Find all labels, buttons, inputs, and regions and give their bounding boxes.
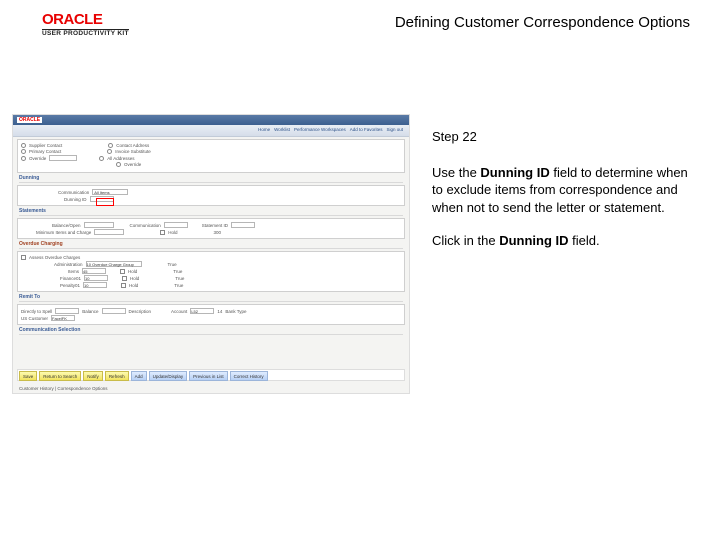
section-remit: Remit To [19,294,403,302]
page-title: Defining Customer Correspondence Options [395,12,690,31]
radio-contact-address[interactable] [108,143,113,148]
lbl-pen: Penalty01 [60,283,80,288]
upk-label: USER PRODUCTIVITY KIT [42,29,129,38]
h2[interactable] [122,276,127,281]
instruction-para-1: Use the Dunning ID field to determine wh… [432,164,690,217]
lbl-acct: Account [171,309,187,314]
nav-perf[interactable]: Performance Workspaces [294,127,346,134]
nav-fav[interactable]: Add to Favorites [350,127,383,134]
lbl-stmt-id: Statement ID [202,223,228,228]
lbl-dunning-id: Dunning ID [64,197,87,202]
admin-field[interactable]: 10 Overdue Charge Group [86,261,142,267]
lbl-items: Items [68,269,79,274]
bal-f[interactable] [102,308,126,314]
lbl-contact-address: Contact Address [116,143,149,148]
section-corr: Communication Selection [19,327,403,335]
oracle-logo-text: ORACLE [42,12,129,27]
lbl-h3: Hold [129,283,138,288]
lbl-h2: Hold [130,276,139,281]
us-f[interactable]: FacelFK [51,315,75,321]
section-statements: Statements [19,208,403,216]
radio-invoice-sub[interactable] [107,149,112,154]
update-button[interactable]: Update/Display [149,371,188,381]
button-bar: Save Return to Search Notify Refresh Add… [17,369,405,381]
lbl-invoice-sub: Invoice Substitute [115,149,151,154]
footer-crumb: Customer History | Correspondence Option… [19,386,107,391]
lbl-override2: Override [124,162,141,167]
highlight-dunning-id [96,198,114,206]
h1[interactable] [120,269,125,274]
stmt-id-field[interactable] [231,222,255,228]
radio-override[interactable] [21,156,26,161]
lbl-stmt-comm: Communication [130,223,161,228]
prev-button[interactable]: Previous in List [189,371,228,381]
nav-home[interactable]: Home [258,127,270,134]
hold-check[interactable] [160,230,165,235]
refresh-button[interactable]: Refresh [105,371,129,381]
lbl-supplier: Supplier Contact [29,143,62,148]
instruction-para-2: Click in the Dunning ID field. [432,232,690,250]
lbl-all-addr: All Addresses [107,156,134,161]
lbl-h1: Hold [128,269,137,274]
acct-v2: 14 [217,309,222,314]
comm-select[interactable]: All Items [92,189,128,195]
step-label: Step 22 [432,128,690,146]
lbl-hold: Hold [168,230,177,235]
lbl-dir: Directly to Spell [21,309,52,314]
true3: True [175,276,184,281]
nav-signout[interactable]: Sign out [386,127,403,134]
radio-override2[interactable] [116,162,121,167]
radio-supplier[interactable] [21,143,26,148]
radio-all-addr[interactable] [99,156,104,161]
save-button[interactable]: Save [19,371,37,381]
return-button[interactable]: Return to Search [39,371,81,381]
true4: True [174,283,183,288]
lbl-assess: Assess Overdue Charges [29,255,80,260]
lbl-us: US Customer [21,316,48,321]
lbl-admin: Administration [54,262,83,267]
section-overdue: Overdue Charging [19,241,403,249]
pen-f[interactable]: 10 [83,282,107,288]
lbl-fin: Finance01 [60,276,81,281]
nav-worklist[interactable]: Worklist [274,127,290,134]
section-dunning: Dunning [19,175,403,183]
add-button[interactable]: Add [131,371,147,381]
lbl-desc: Description [129,309,152,314]
correct-button[interactable]: Correct History [230,371,268,381]
product-logo: ORACLE USER PRODUCTIVITY KIT [42,12,129,38]
dir-f[interactable] [55,308,79,314]
balance-field[interactable] [84,222,114,228]
app-nav: Home Worklist Performance Workspaces Add… [13,125,409,137]
radio-primary[interactable] [21,149,26,154]
items-f[interactable]: 45 [82,268,106,274]
hold-val: 300 [214,230,222,235]
fin-f[interactable]: 10 [84,275,108,281]
oracle-mini-logo: ORACLE [17,117,42,123]
lbl-primary: Primary Contact [29,149,61,154]
min-items-field[interactable] [94,229,124,235]
lbl-override: Override [29,156,46,161]
screenshot-thumbnail: ORACLE Home Worklist Performance Workspa… [12,114,410,394]
lbl-balance: Balance/Open [52,223,81,228]
notify-button[interactable]: Notify [83,371,103,381]
lbl-bank: Bank Type [225,309,246,314]
lbl-comm: Communication [58,190,89,195]
override-field[interactable] [49,155,77,161]
true1: True [168,262,177,267]
lbl-min-items: Minimum Items and Charge [36,230,91,235]
instruction-panel: Step 22 Use the Dunning ID field to dete… [432,128,690,266]
lbl-bal: Balance [82,309,98,314]
true2: True [173,269,182,274]
stmt-comm-field[interactable] [164,222,188,228]
assess-check[interactable] [21,255,26,260]
acct-f[interactable]: L52 [190,308,214,314]
h3[interactable] [121,283,126,288]
